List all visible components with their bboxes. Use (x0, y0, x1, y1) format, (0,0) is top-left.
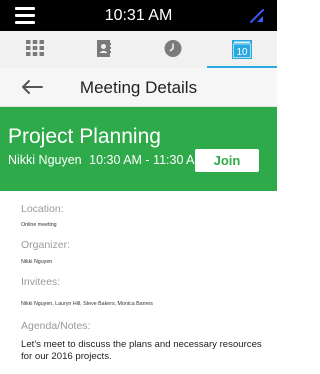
page-title: Meeting Details (79, 78, 198, 97)
grid-icon (25, 40, 44, 56)
contact-book-icon (96, 40, 111, 57)
signal-icon (250, 9, 264, 23)
tab-bar: 10 (0, 31, 277, 69)
meeting-organizer-name: Nikki Nguyen (8, 153, 82, 167)
organizer-label: Organizer: (21, 239, 71, 251)
status-bar: 10:31 AM (0, 0, 277, 31)
meeting-time-range: 10:30 AM - 11:30 AM (89, 153, 205, 167)
organizer-value: Nikki Nguyen (21, 259, 53, 265)
calendar-day-number: 10 (236, 47, 248, 58)
tab-contacts[interactable] (69, 31, 138, 68)
clock-icon (164, 40, 181, 57)
calendar-icon: 10 (232, 40, 252, 59)
agenda-notes: Let's meet to discuss the plans and nece… (21, 339, 262, 362)
invitees-value: Nikki Nguyen, Lauryn Hill, Steve Bakers,… (21, 301, 153, 307)
meeting-title: Project Planning (8, 125, 161, 148)
tab-apps[interactable] (0, 31, 69, 68)
location-label: Location: (21, 203, 64, 215)
location-value: Online meeting (21, 222, 57, 228)
join-button[interactable]: Join (195, 149, 259, 172)
tab-recent[interactable] (138, 31, 207, 68)
status-clock: 10:31 AM (104, 7, 173, 24)
tab-calendar[interactable]: 10 (207, 31, 277, 69)
title-bar: Meeting Details (0, 68, 277, 107)
invitees-label: Invitees: (21, 276, 61, 288)
meeting-banner: Project Planning Nikki Nguyen 10:30 AM -… (0, 107, 277, 191)
meeting-subtitle: Nikki Nguyen 10:30 AM - 11:30 AM (8, 153, 209, 167)
agenda-label: Agenda/Notes: (21, 320, 91, 332)
